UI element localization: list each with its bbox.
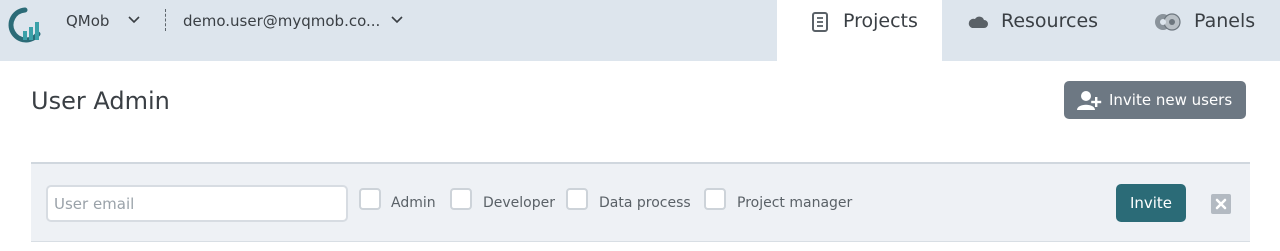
cloud-icon (968, 16, 988, 28)
developer-label: Developer (483, 195, 556, 211)
user-account-label[interactable]: demo.user@myqmob.co... (183, 12, 380, 30)
invite-button[interactable]: Invite (1116, 184, 1186, 222)
tab-label: Projects (843, 10, 918, 32)
tab-panels[interactable]: Panels (1122, 0, 1280, 61)
data-process-label: Data process (599, 195, 691, 211)
add-user-icon (1077, 91, 1102, 110)
data-process-checkbox[interactable] (566, 188, 588, 210)
chevron-down-icon[interactable] (391, 16, 403, 24)
tab-label: Panels (1194, 10, 1256, 32)
page-title: User Admin (31, 87, 170, 115)
tab-projects[interactable]: Projects (777, 0, 942, 61)
divider (165, 9, 166, 31)
org-selector-label[interactable]: QMob (66, 12, 109, 30)
panels-icon (1155, 13, 1181, 31)
project-manager-checkbox[interactable] (704, 188, 726, 210)
tab-label: Resources (1001, 10, 1099, 32)
qmob-logo[interactable] (5, 7, 45, 43)
project-manager-label: Project manager (737, 195, 853, 211)
document-icon (812, 12, 828, 32)
top-bar: QMob demo.user@myqmob.co... Projects Res… (0, 0, 1280, 61)
close-icon[interactable] (1211, 194, 1231, 214)
invite-new-users-button[interactable]: Invite new users (1064, 81, 1246, 119)
invite-panel: Admin Developer Data process Project man… (31, 162, 1250, 242)
tab-resources[interactable]: Resources (942, 0, 1122, 61)
admin-label: Admin (391, 195, 436, 211)
user-email-input[interactable] (46, 185, 348, 222)
developer-checkbox[interactable] (450, 188, 472, 210)
chevron-down-icon[interactable] (128, 16, 140, 24)
invite-new-users-label: Invite new users (1109, 91, 1233, 109)
admin-checkbox[interactable] (359, 188, 381, 210)
